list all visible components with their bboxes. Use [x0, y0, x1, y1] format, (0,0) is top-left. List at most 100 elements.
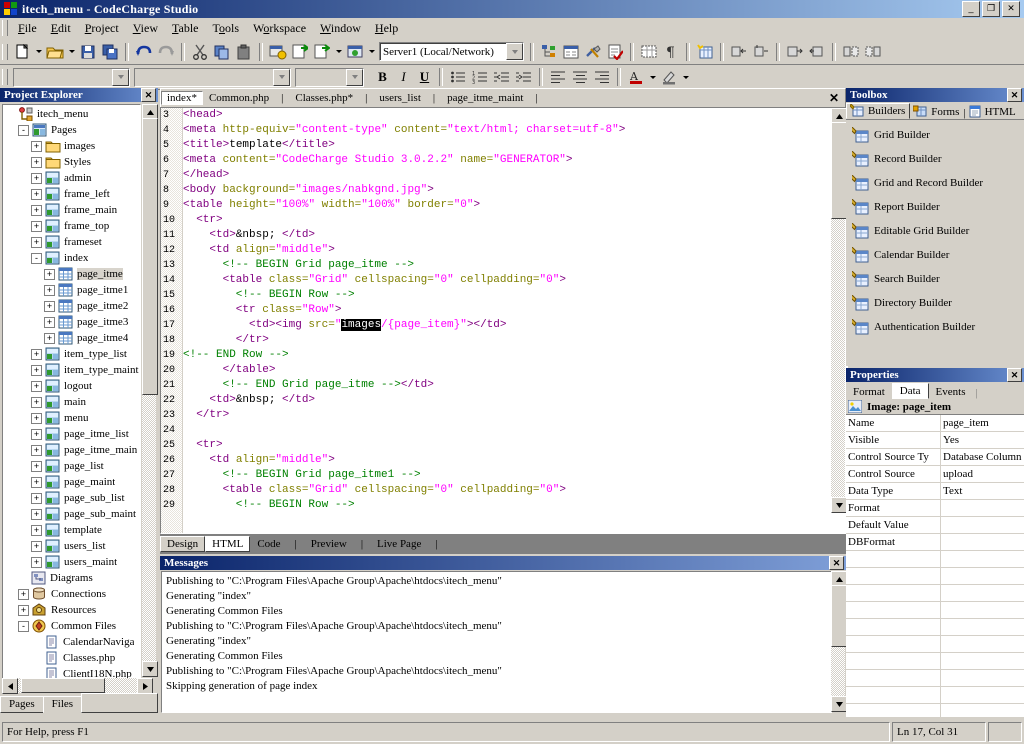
code-line[interactable]: <!-- BEGIN Row -->	[183, 288, 847, 303]
align-center-icon[interactable]	[569, 67, 591, 88]
code-editor-surface[interactable]: 3 4 5 6 7 8 9 10 11 12 13 14 15 16 17 18 19 20 21 22 23 24 25 2…	[160, 107, 848, 534]
tree-item-page_itme3[interactable]: + page_itme3	[5, 314, 140, 330]
tab-files[interactable]: Files	[42, 696, 83, 713]
properties-close-icon[interactable]: ✕	[1007, 368, 1022, 382]
tree-item-template[interactable]: + template	[5, 522, 140, 538]
property-value[interactable]	[941, 636, 1024, 652]
expand-icon[interactable]: +	[44, 316, 55, 328]
tree-item-styles[interactable]: + Styles	[5, 154, 140, 170]
messages-close-icon[interactable]: ✕	[829, 556, 844, 570]
view-tab-design[interactable]: Design	[160, 536, 206, 552]
tree-item-classes-php[interactable]: Classes.php	[5, 650, 140, 666]
tree-item-frame_main[interactable]: + frame_main	[5, 202, 140, 218]
bullet-list-icon[interactable]	[447, 67, 469, 88]
toolbox-item-report-builder[interactable]: Report Builder	[846, 195, 1024, 219]
expand-icon[interactable]: +	[31, 460, 42, 472]
font-combo[interactable]	[134, 67, 291, 87]
code-line[interactable]: <table class="Grid" cellspacing="0" cell…	[183, 483, 847, 498]
open-dropdown-icon[interactable]	[66, 41, 77, 62]
tools-icon[interactable]	[582, 41, 604, 62]
tree-item-users_list[interactable]: + users_list	[5, 538, 140, 554]
scroll-down-button[interactable]	[142, 661, 158, 677]
project-explorer-vscrollbar[interactable]	[142, 104, 158, 677]
property-value[interactable]	[941, 568, 1024, 584]
collapse-icon[interactable]: -	[18, 124, 29, 136]
tree-item-item_type_maint[interactable]: + item_type_maint	[5, 362, 140, 378]
tasks-icon[interactable]	[604, 41, 626, 62]
undo-icon[interactable]	[133, 41, 155, 62]
properties-tab-events[interactable]: Events	[929, 385, 973, 399]
highlight-color-dropdown-icon[interactable]	[680, 67, 691, 88]
view-tab-preview[interactable]: Preview	[304, 536, 354, 552]
new-file-icon[interactable]	[11, 41, 33, 62]
hscroll-track[interactable]	[18, 678, 137, 693]
view-tab-html[interactable]: HTML	[205, 536, 251, 552]
toolbox-close-icon[interactable]: ✕	[1007, 88, 1022, 102]
preview-icon[interactable]	[344, 41, 366, 62]
tree-item-page_maint[interactable]: + page_maint	[5, 474, 140, 490]
toolbox-item-directory-builder[interactable]: Directory Builder	[846, 291, 1024, 315]
menu-view[interactable]: View	[126, 19, 165, 38]
property-row[interactable]: Control Source Ty Database Column	[846, 449, 1024, 466]
property-value[interactable]	[941, 534, 1024, 550]
property-row[interactable]	[846, 602, 1024, 619]
tree-item-images[interactable]: + images	[5, 138, 140, 154]
expand-icon[interactable]: +	[31, 364, 42, 376]
cell-merge-icon[interactable]	[840, 41, 862, 62]
expand-icon[interactable]: +	[18, 604, 29, 616]
expand-icon[interactable]: +	[44, 268, 55, 280]
tree-item-frame_top[interactable]: + frame_top	[5, 218, 140, 234]
tree-item-page_itme_main[interactable]: + page_itme_main	[5, 442, 140, 458]
vscroll-thumb[interactable]	[142, 118, 158, 395]
style-combo[interactable]	[13, 67, 130, 87]
property-row[interactable]: Name page_item	[846, 415, 1024, 432]
messages-vscroll-thumb[interactable]	[831, 585, 847, 647]
expand-icon[interactable]: +	[31, 396, 42, 408]
tree-item-page_itme1[interactable]: + page_itme1	[5, 282, 140, 298]
tree-item-logout[interactable]: + logout	[5, 378, 140, 394]
editor-close-icon[interactable]: ✕	[829, 91, 845, 105]
code-line[interactable]: <title>template</title>	[183, 138, 847, 153]
number-list-icon[interactable]: 123	[469, 67, 491, 88]
editor-vscrollbar[interactable]	[831, 108, 847, 513]
tree-item-resources[interactable]: + Resources	[5, 602, 140, 618]
properties-tab-data[interactable]: Data	[891, 383, 929, 399]
editor-tab-common-php[interactable]: Common.php	[203, 91, 275, 105]
property-row[interactable]	[846, 687, 1024, 704]
tree-item-main[interactable]: + main	[5, 394, 140, 410]
tree-item-page_itme2[interactable]: + page_itme2	[5, 298, 140, 314]
code-line[interactable]: <table height="100%" width="100%" border…	[183, 198, 847, 213]
toolbox-tab-forms[interactable]: Forms	[910, 104, 963, 119]
tree-item-frame_left[interactable]: + frame_left	[5, 186, 140, 202]
property-value[interactable]	[941, 653, 1024, 669]
menu-window[interactable]: Window	[313, 19, 368, 38]
property-value[interactable]	[941, 585, 1024, 601]
messages-vscrollbar[interactable]	[831, 571, 847, 712]
editor-tab-users-list[interactable]: users_list	[373, 91, 427, 105]
close-button[interactable]: ✕	[1002, 1, 1020, 17]
code-line[interactable]: <head>	[183, 108, 847, 123]
code-line[interactable]: <td>&nbsp; </td>	[183, 228, 847, 243]
property-row[interactable]	[846, 636, 1024, 653]
properties-tab-format[interactable]: Format	[846, 385, 892, 399]
property-value[interactable]: page_item	[941, 415, 1024, 431]
tree-item-page_sub_maint[interactable]: + page_sub_maint	[5, 506, 140, 522]
font-combo-arrow-icon[interactable]	[273, 68, 290, 86]
editor-scroll-down-button[interactable]	[831, 497, 847, 513]
toolbox-item-grid-builder[interactable]: Grid Builder	[846, 123, 1024, 147]
project-explorer-icon[interactable]	[538, 41, 560, 62]
font-color-dropdown-icon[interactable]	[647, 67, 658, 88]
property-value[interactable]	[941, 670, 1024, 686]
expand-icon[interactable]: +	[44, 284, 55, 296]
expand-icon[interactable]: +	[31, 524, 42, 536]
editor-vscroll-track[interactable]	[831, 122, 847, 499]
generate-all-icon[interactable]	[311, 41, 333, 62]
editor-tab-page-itme-maint[interactable]: page_itme_maint	[441, 91, 529, 105]
expand-icon[interactable]: +	[31, 204, 42, 216]
cell-split-icon[interactable]	[862, 41, 884, 62]
expand-icon[interactable]: +	[31, 508, 42, 520]
highlight-color-icon[interactable]	[658, 67, 680, 88]
expand-icon[interactable]: +	[31, 172, 42, 184]
tree-item-index[interactable]: - index	[5, 250, 140, 266]
toolbox-item-editable-grid-builder[interactable]: Editable Grid Builder	[846, 219, 1024, 243]
